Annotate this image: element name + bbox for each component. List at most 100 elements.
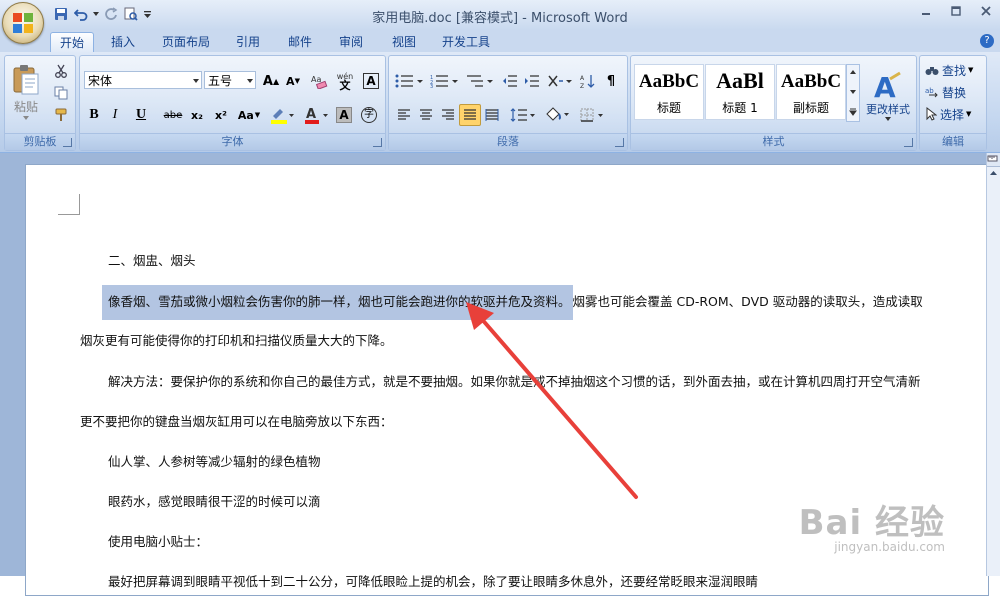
paragraph-dialog-launcher[interactable]	[615, 138, 624, 147]
show-formatting-marks-button[interactable]: ¶	[600, 70, 622, 92]
binoculars-icon	[925, 67, 939, 75]
distributed-button[interactable]	[481, 104, 503, 126]
vertical-scrollbar[interactable]	[986, 153, 1000, 576]
font-color-button[interactable]: A	[300, 104, 332, 126]
copy-icon	[54, 86, 68, 100]
style-heading-1-name: 标题 1	[722, 101, 758, 115]
justify-button[interactable]	[459, 104, 481, 126]
paragraph-heading[interactable]: 二、烟盅、烟头	[108, 250, 1000, 269]
align-right-button[interactable]	[437, 104, 459, 126]
close-icon	[981, 6, 991, 16]
svg-text:ab: ab	[925, 87, 934, 95]
window-controls	[918, 4, 994, 18]
format-painter-button[interactable]	[51, 105, 71, 125]
svg-text:A: A	[580, 75, 585, 82]
tab-review[interactable]: 审阅	[330, 32, 372, 52]
align-center-icon	[420, 109, 432, 120]
tab-developer[interactable]: 开发工具	[435, 32, 497, 52]
style-subtitle[interactable]: AaBbC 副标题	[776, 64, 846, 120]
enclose-characters-button[interactable]: 字	[358, 104, 380, 126]
subscript-button[interactable]: x₂	[186, 104, 208, 126]
scissors-icon	[55, 64, 67, 78]
clear-formatting-button[interactable]: Aa	[307, 70, 331, 92]
paragraph-smoke[interactable]: 像香烟、雪茄或微小烟粒会伤害你的肺一样，烟也可能会跑进你的软驱并危及资料。 烟雾也…	[102, 285, 1000, 320]
change-styles-button[interactable]: A 更改样式	[861, 60, 915, 132]
cursor-icon	[926, 107, 937, 121]
office-button[interactable]	[2, 2, 44, 44]
tab-view[interactable]: 视图	[383, 32, 425, 52]
cut-button[interactable]	[51, 61, 71, 81]
phonetic-guide-button[interactable]: wén 文	[332, 70, 358, 92]
text-highlight-button[interactable]	[266, 104, 298, 126]
tab-insert[interactable]: 插入	[100, 32, 146, 52]
change-case-button[interactable]: Aa ▼	[234, 104, 264, 126]
indent-icon	[525, 75, 539, 87]
align-left-icon	[398, 109, 410, 120]
character-border-button[interactable]: A	[360, 70, 382, 92]
align-left-button[interactable]	[393, 104, 415, 126]
styles-gallery-scroll[interactable]	[846, 64, 860, 122]
tab-page-layout[interactable]: 页面布局	[156, 32, 216, 52]
paste-icon	[13, 65, 39, 95]
grow-font-button[interactable]: A ▲	[260, 70, 282, 92]
replace-button[interactable]: ab 替换	[924, 82, 984, 102]
align-center-button[interactable]	[415, 104, 437, 126]
styles-dialog-launcher[interactable]	[904, 138, 913, 147]
paragraph-solution[interactable]: 解决方法：要保护你的系统和你自己的最佳方式，就是不要抽烟。如果你就是戒不掉抽烟这…	[108, 371, 1000, 390]
paragraph-screen[interactable]: 最好把屏幕调到眼睛平视低十到二十公分，可降低眼睑上提的机会，除了要让眼睛多休息外…	[108, 571, 1000, 590]
numbering-button[interactable]: 123	[427, 70, 463, 92]
font-dialog-launcher[interactable]	[373, 138, 382, 147]
font-color-icon: A	[305, 107, 328, 124]
enclose-characters-glyph: 字	[361, 107, 377, 123]
style-subtitle-name: 副标题	[792, 101, 829, 115]
font-group-label: 字体	[80, 133, 385, 150]
tab-mailings[interactable]: 邮件	[280, 32, 320, 52]
multilevel-list-button[interactable]	[462, 70, 498, 92]
view-ruler-button[interactable]	[987, 153, 1000, 167]
selected-text[interactable]: 像香烟、雪茄或微小烟粒会伤害你的肺一样，烟也可能会跑进你的软驱并危及资料。	[102, 285, 573, 320]
align-right-icon	[442, 109, 454, 120]
increase-indent-button[interactable]	[521, 70, 543, 92]
paragraph-plants[interactable]: 仙人掌、人参树等减少辐射的绿色植物	[108, 451, 1000, 470]
paste-button[interactable]: 粘贴	[8, 60, 44, 124]
find-button[interactable]: 查找 ▼	[924, 60, 984, 80]
font-size-combo[interactable]: 五号	[204, 71, 256, 89]
chinese-layout-button[interactable]	[544, 70, 576, 92]
clipboard-dialog-launcher[interactable]	[63, 138, 72, 147]
style-heading-1[interactable]: AaBl 标题 1	[705, 64, 775, 120]
paragraph-keyboard[interactable]: 更不要把你的键盘当烟灰缸用可以在电脑旁放以下东西：	[80, 411, 1000, 430]
strikethrough-button[interactable]: abe	[160, 104, 186, 126]
close-button[interactable]	[978, 4, 994, 18]
maximize-button[interactable]	[948, 4, 964, 18]
minimize-button[interactable]	[918, 4, 934, 18]
tab-references[interactable]: 引用	[228, 32, 268, 52]
line-spacing-button[interactable]	[507, 104, 539, 126]
scroll-up-icon[interactable]	[988, 168, 999, 178]
crop-mark	[79, 194, 80, 214]
help-button[interactable]: ?	[980, 34, 994, 48]
chinese-layout-icon	[548, 75, 572, 87]
font-name-combo[interactable]: 宋体	[84, 71, 202, 89]
shrink-font-button[interactable]: A ▼	[282, 70, 304, 92]
replace-icon: ab	[925, 87, 938, 98]
character-shading-button[interactable]: A	[333, 104, 355, 126]
borders-button[interactable]	[577, 104, 609, 126]
tab-home[interactable]: 开始	[50, 32, 94, 53]
clipboard-group: 粘贴 剪贴板	[4, 55, 76, 151]
svg-text:Z: Z	[580, 83, 584, 89]
chevron-down-icon: ▼	[966, 110, 972, 118]
shading-button[interactable]	[541, 104, 573, 126]
decrease-indent-button[interactable]	[499, 70, 521, 92]
paragraph-ash[interactable]: 烟灰更有可能使得你的打印机和扫描仪质量大大的下降。	[80, 330, 1000, 349]
bullets-button[interactable]	[392, 70, 428, 92]
bold-button[interactable]: B	[84, 104, 104, 126]
sort-button[interactable]: AZ	[577, 70, 599, 92]
style-title[interactable]: AaBbC 标题	[634, 64, 704, 120]
superscript-button[interactable]: x²	[210, 104, 232, 126]
italic-button[interactable]: I	[105, 104, 125, 126]
select-button[interactable]: 选择 ▼	[924, 104, 984, 124]
underline-button[interactable]: U	[128, 104, 154, 126]
ribbon: 粘贴 剪贴板 宋体 五号 A ▲ A ▼ Aa wén 文 A B I U ab…	[0, 52, 1000, 153]
copy-button[interactable]	[51, 83, 71, 103]
svg-text:A: A	[306, 107, 316, 122]
